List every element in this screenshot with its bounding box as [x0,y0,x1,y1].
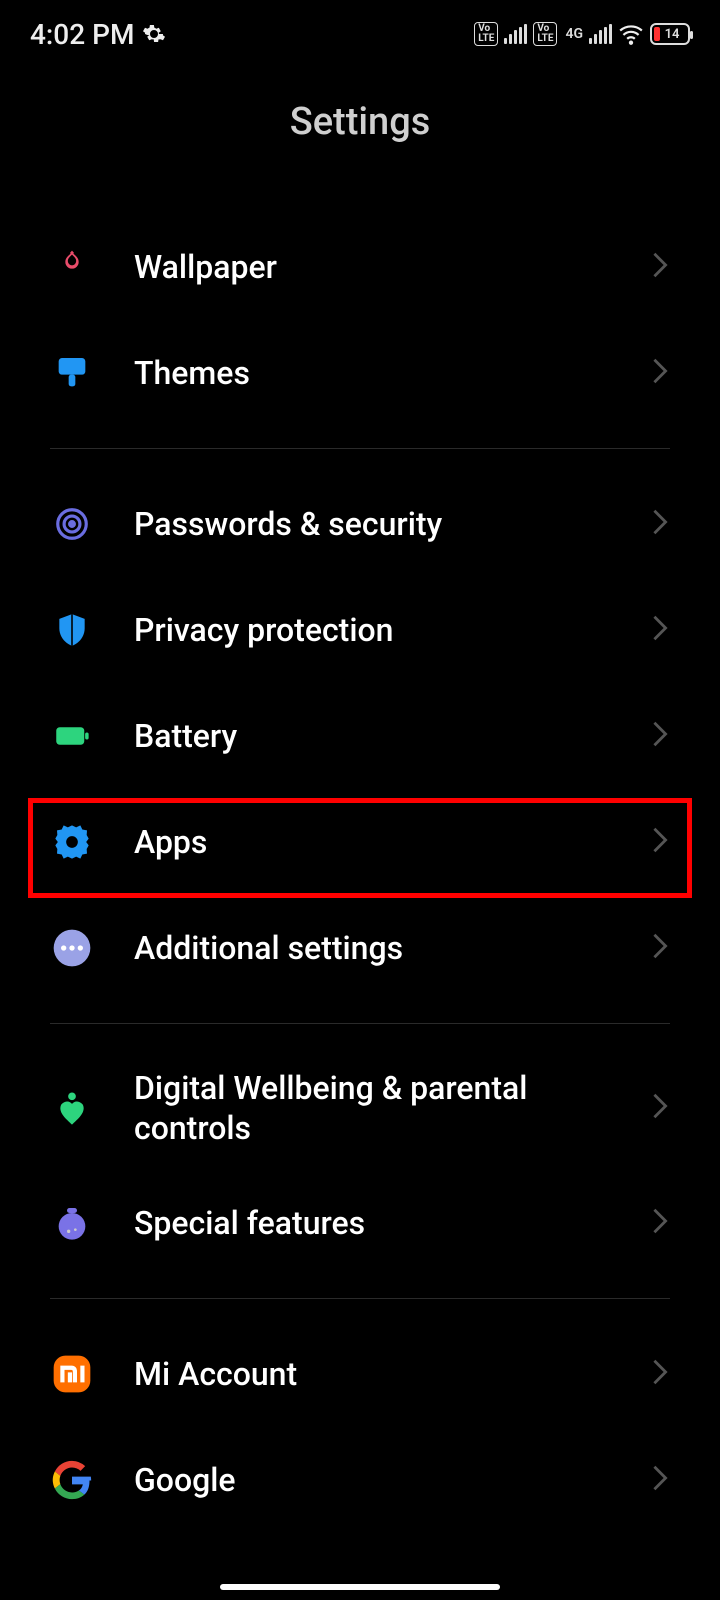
row-label: Apps [134,822,610,862]
chevron-right-icon [650,1358,670,1390]
network-type-label: 4G [565,26,583,42]
chevron-right-icon [650,1092,670,1124]
row-label: Passwords & security [134,504,610,544]
row-digital-wellbeing[interactable]: Digital Wellbeing & parental controls [50,1046,670,1170]
row-mi-account[interactable]: Mi Account [50,1321,670,1427]
chevron-right-icon [650,1207,670,1239]
google-logo-icon [50,1458,94,1502]
status-time: 4:02 PM [30,18,134,51]
chevron-right-icon [650,614,670,646]
chevron-right-icon [650,251,670,283]
row-google[interactable]: Google [50,1427,670,1533]
chevron-right-icon [650,1464,670,1496]
row-battery[interactable]: Battery [50,683,670,789]
home-indicator[interactable] [220,1584,500,1590]
shield-icon [50,608,94,652]
signal-strength-icon [504,24,527,44]
row-label: Additional settings [134,928,610,968]
row-apps[interactable]: Apps [50,789,670,895]
section-divider [50,1023,670,1024]
signal-strength-icon-2 [589,24,612,44]
settings-list: Wallpaper Themes Passwords & security Pr… [0,214,720,1533]
fingerprint-icon [50,502,94,546]
row-label: Special features [134,1203,610,1243]
chevron-right-icon [650,720,670,752]
page-title: Settings [0,100,720,144]
flower-icon [50,245,94,289]
volte-icon: VoLTE [474,22,498,46]
row-themes[interactable]: Themes [50,320,670,426]
row-privacy-protection[interactable]: Privacy protection [50,577,670,683]
row-label: Digital Wellbeing & parental controls [134,1068,610,1148]
chevron-right-icon [650,357,670,389]
chevron-right-icon [650,508,670,540]
flask-icon [50,1201,94,1245]
battery-icon [50,714,94,758]
row-label: Wallpaper [134,247,610,287]
section-divider [50,448,670,449]
chevron-right-icon [650,826,670,858]
chevron-right-icon [650,932,670,964]
brush-icon [50,351,94,395]
row-label: Privacy protection [134,610,610,650]
status-right: VoLTE VoLTE 4G 14 [474,21,690,47]
battery-icon: 14 [650,23,690,45]
gear-icon [142,22,166,46]
person-heart-icon [50,1086,94,1130]
row-special-features[interactable]: Special features [50,1170,670,1276]
mi-logo-icon [50,1352,94,1396]
row-label: Google [134,1460,610,1500]
status-left: 4:02 PM [30,18,166,51]
row-wallpaper[interactable]: Wallpaper [50,214,670,320]
battery-percent: 14 [654,27,690,42]
row-label: Battery [134,716,610,756]
row-label: Themes [134,353,610,393]
row-label: Mi Account [134,1354,610,1394]
more-icon [50,926,94,970]
gear-badge-icon [50,820,94,864]
row-passwords-security[interactable]: Passwords & security [50,471,670,577]
volte-icon-2: VoLTE [533,22,557,46]
wifi-icon [618,21,644,47]
row-additional-settings[interactable]: Additional settings [50,895,670,1001]
section-divider [50,1298,670,1299]
status-bar: 4:02 PM VoLTE VoLTE 4G 14 [0,0,720,60]
